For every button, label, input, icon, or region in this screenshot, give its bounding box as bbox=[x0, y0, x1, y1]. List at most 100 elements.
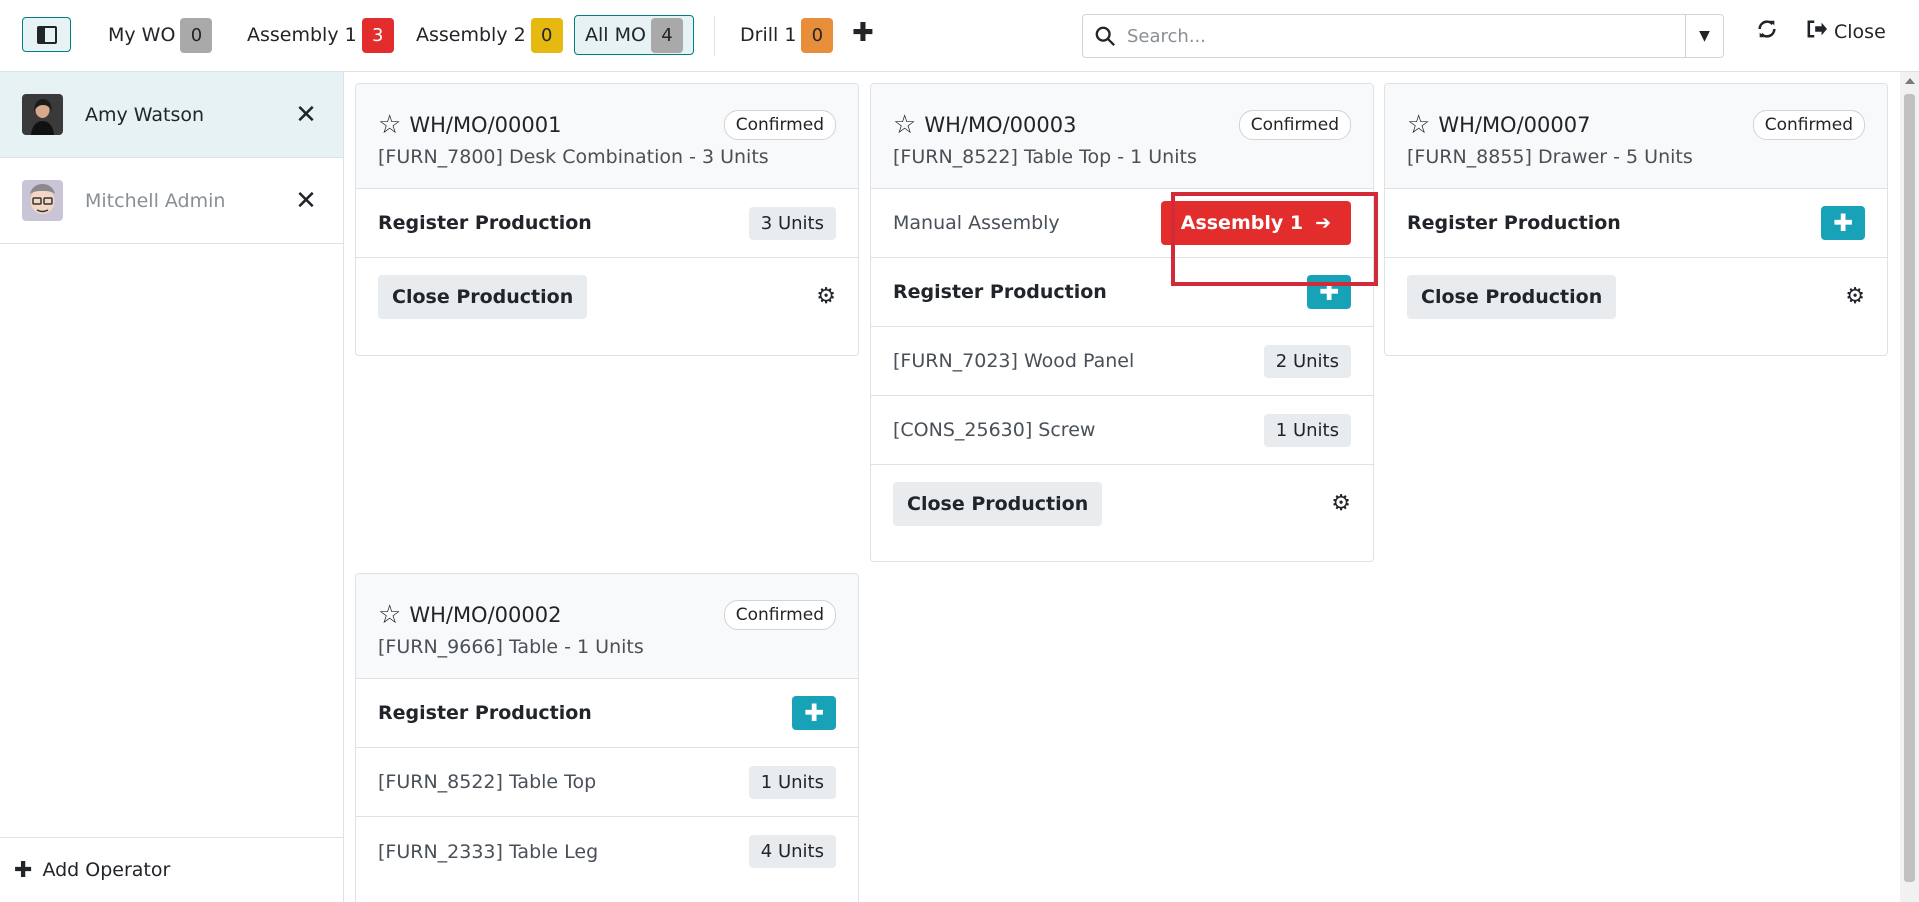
scrollbar-thumb[interactable] bbox=[1904, 94, 1915, 882]
register-production-row[interactable]: Register Production ✚ bbox=[356, 679, 858, 748]
top-bar: My WO 0 Assembly 1 3 Assembly 2 0 All MO… bbox=[0, 0, 1919, 72]
gear-icon[interactable]: ⚙ bbox=[816, 284, 836, 309]
search-input[interactable] bbox=[1127, 25, 1685, 47]
add-workcenter-icon[interactable]: ✚ bbox=[852, 18, 874, 48]
mo-card: ☆ WH/MO/00002 Confirmed [FURN_9666] Tabl… bbox=[355, 573, 859, 902]
search-bar: ▼ bbox=[1082, 14, 1724, 58]
units-badge: 2 Units bbox=[1263, 344, 1351, 378]
card-header: ☆ WH/MO/00002 Confirmed [FURN_9666] Tabl… bbox=[356, 574, 858, 679]
component-name: [FURN_2333] Table Leg bbox=[378, 840, 599, 863]
units-badge: 4 Units bbox=[748, 835, 836, 868]
product-line: [FURN_9666] Table - 1 Units bbox=[378, 636, 644, 658]
scroll-up-icon[interactable] bbox=[1905, 78, 1915, 84]
mo-name[interactable]: WH/MO/00002 bbox=[409, 603, 723, 627]
tab-assembly-1[interactable]: Assembly 1 3 bbox=[237, 15, 404, 55]
tab-count-badge: 0 bbox=[180, 17, 213, 53]
gear-icon[interactable]: ⚙ bbox=[1845, 284, 1865, 309]
tab-count-badge: 3 bbox=[361, 17, 394, 53]
card-header: ☆ WH/MO/00001 Confirmed [FURN_7800] Desk… bbox=[356, 84, 858, 189]
tab-label: All MO bbox=[585, 24, 646, 46]
search-icon bbox=[1083, 15, 1127, 57]
add-operator-button[interactable]: ✚ Add Operator bbox=[0, 837, 343, 902]
mo-name[interactable]: WH/MO/00001 bbox=[409, 113, 723, 137]
tab-count-badge: 4 bbox=[650, 17, 683, 53]
close-production-button[interactable]: Close Production bbox=[893, 481, 1103, 526]
register-production-row[interactable]: Register Production ✚ bbox=[1385, 189, 1887, 258]
mo-name[interactable]: WH/MO/00003 bbox=[924, 113, 1238, 137]
sidebar-toggle-button[interactable] bbox=[22, 17, 71, 52]
units-badge: 1 Units bbox=[748, 765, 836, 799]
operator-row[interactable]: Mitchell Admin ✕ bbox=[0, 158, 343, 244]
operator-sidebar: Amy Watson ✕ Mitchell Admin ✕ ✚ Add Oper… bbox=[0, 72, 344, 902]
plus-icon: ✚ bbox=[14, 857, 33, 883]
register-production-label: Register Production bbox=[1407, 212, 1621, 234]
card-header: ☆ WH/MO/00007 Confirmed [FURN_8855] Draw… bbox=[1385, 84, 1887, 189]
sidebar-panel-icon bbox=[36, 25, 57, 44]
component-name: [CONS_25630] Screw bbox=[893, 419, 1096, 441]
operator-row[interactable]: Amy Watson ✕ bbox=[0, 72, 343, 158]
status-badge: Confirmed bbox=[1238, 110, 1351, 140]
star-icon[interactable]: ☆ bbox=[378, 602, 401, 628]
avatar bbox=[22, 180, 63, 221]
status-badge: Confirmed bbox=[723, 600, 836, 630]
search-dropdown-toggle[interactable]: ▼ bbox=[1685, 15, 1723, 57]
tab-divider bbox=[714, 16, 715, 56]
operator-name: Mitchell Admin bbox=[85, 189, 226, 212]
component-name: [FURN_8522] Table Top bbox=[378, 771, 597, 793]
status-badge: Confirmed bbox=[723, 110, 836, 140]
component-row[interactable]: [CONS_25630] Screw 1 Units bbox=[871, 396, 1373, 465]
units-badge: 1 Units bbox=[1263, 413, 1351, 447]
component-row[interactable]: [FURN_7023] Wood Panel 2 Units bbox=[871, 327, 1373, 396]
component-row[interactable]: [FURN_2333] Table Leg 4 Units bbox=[356, 817, 858, 886]
units-badge: 3 Units bbox=[748, 206, 836, 240]
sign-out-icon bbox=[1806, 19, 1828, 44]
refresh-icon[interactable] bbox=[1756, 18, 1778, 46]
card-header: ☆ WH/MO/00003 Confirmed [FURN_8522] Tabl… bbox=[871, 84, 1373, 189]
close-label: Close bbox=[1834, 20, 1886, 43]
scrollbar[interactable] bbox=[1900, 72, 1919, 902]
tab-assembly-2[interactable]: Assembly 2 0 bbox=[406, 15, 573, 55]
product-line: [FURN_8855] Drawer - 5 Units bbox=[1407, 146, 1693, 168]
component-name: [FURN_7023] Wood Panel bbox=[893, 350, 1135, 372]
star-icon[interactable]: ☆ bbox=[893, 112, 916, 138]
product-line: [FURN_7800] Desk Combination - 3 Units bbox=[378, 146, 769, 168]
status-badge: Confirmed bbox=[1752, 110, 1865, 140]
close-production-button[interactable]: Close Production bbox=[1407, 274, 1617, 319]
plus-icon[interactable]: ✚ bbox=[1821, 206, 1865, 240]
operator-name: Amy Watson bbox=[85, 103, 205, 126]
component-row[interactable]: [FURN_8522] Table Top 1 Units bbox=[356, 748, 858, 817]
card-footer: Close Production ⚙ bbox=[871, 465, 1373, 542]
avatar bbox=[22, 94, 63, 135]
star-icon[interactable]: ☆ bbox=[378, 112, 401, 138]
remove-operator-icon[interactable]: ✕ bbox=[291, 186, 321, 216]
tab-drill-1[interactable]: Drill 1 0 bbox=[730, 15, 843, 55]
add-operator-label: Add Operator bbox=[42, 859, 171, 881]
gear-icon[interactable]: ⚙ bbox=[1331, 491, 1351, 516]
tab-label: Drill 1 bbox=[740, 24, 797, 46]
mo-card: ☆ WH/MO/00003 Confirmed [FURN_8522] Tabl… bbox=[870, 83, 1374, 562]
close-production-button[interactable]: Close Production bbox=[378, 274, 588, 319]
card-footer: Close Production ⚙ bbox=[356, 258, 858, 335]
plus-icon[interactable]: ✚ bbox=[792, 696, 836, 730]
tab-label: Assembly 2 bbox=[416, 24, 526, 46]
mo-name[interactable]: WH/MO/00007 bbox=[1438, 113, 1752, 137]
close-button[interactable]: Close bbox=[1806, 19, 1886, 44]
card-footer: Close Production ⚙ bbox=[1385, 258, 1887, 335]
mo-card: ☆ WH/MO/00007 Confirmed [FURN_8855] Draw… bbox=[1384, 83, 1888, 356]
register-production-row[interactable]: Register Production 3 Units bbox=[356, 189, 858, 258]
highlight-box bbox=[1171, 192, 1378, 286]
workorder-label: Manual Assembly bbox=[893, 212, 1060, 234]
remove-operator-icon[interactable]: ✕ bbox=[291, 100, 321, 130]
caret-down-icon: ▼ bbox=[1699, 28, 1710, 44]
tab-count-badge: 0 bbox=[530, 17, 563, 53]
tab-all-mo[interactable]: All MO 4 bbox=[574, 15, 694, 55]
tab-count-badge: 0 bbox=[801, 17, 834, 53]
tab-label: Assembly 1 bbox=[247, 24, 357, 46]
star-icon[interactable]: ☆ bbox=[1407, 112, 1430, 138]
register-production-label: Register Production bbox=[378, 702, 592, 724]
tab-my-wo[interactable]: My WO 0 bbox=[98, 15, 222, 55]
tab-label: My WO bbox=[108, 24, 176, 46]
product-line: [FURN_8522] Table Top - 1 Units bbox=[893, 146, 1197, 168]
mo-card: ☆ WH/MO/00001 Confirmed [FURN_7800] Desk… bbox=[355, 83, 859, 356]
register-production-label: Register Production bbox=[378, 212, 592, 234]
